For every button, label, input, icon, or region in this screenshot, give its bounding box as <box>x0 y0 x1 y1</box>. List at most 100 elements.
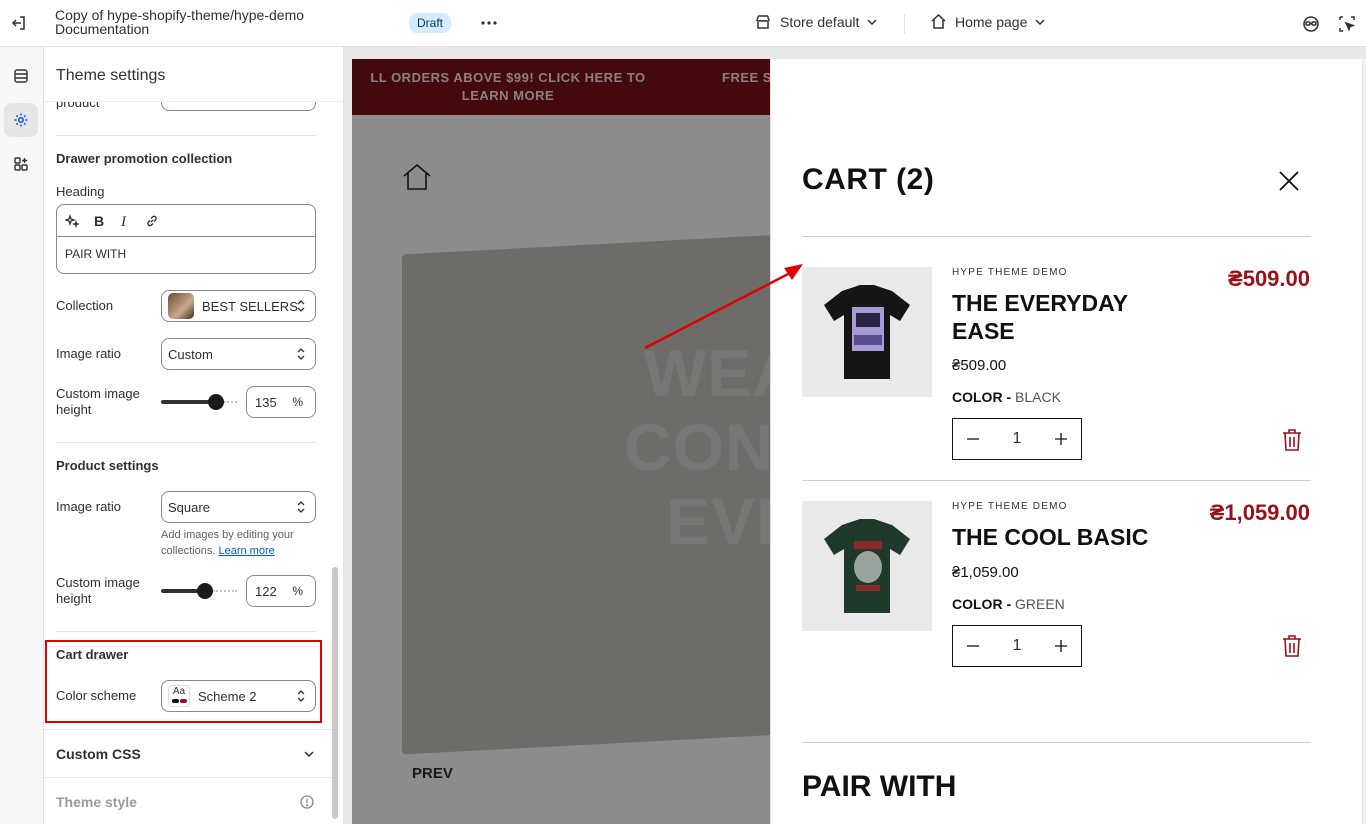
cart-divider <box>802 236 1311 237</box>
chevron-down-icon <box>1035 18 1045 25</box>
product-image[interactable] <box>802 267 932 397</box>
home-icon <box>931 13 946 29</box>
swatch-text: Aa <box>172 686 186 697</box>
product-name[interactable]: THE COOL BASIC <box>952 523 1172 551</box>
theme-style-label: Theme style <box>56 793 137 810</box>
custom-height-input[interactable]: 135 % <box>246 386 316 418</box>
store-selector[interactable]: Store default <box>754 13 877 31</box>
custom-height-label: Custom image height <box>56 386 140 417</box>
heading-label: Heading <box>56 184 105 199</box>
collection-picker[interactable]: BEST SELLERS <box>161 290 316 322</box>
theme-settings-button[interactable] <box>4 103 38 137</box>
top-bar: Copy of hype-shopify-theme/hype-demo Doc… <box>0 0 1366 47</box>
sections-button[interactable] <box>4 59 38 93</box>
color-scheme-select[interactable]: Aa Scheme 2 <box>161 680 316 712</box>
product-image-ratio-select[interactable]: Square <box>161 491 316 523</box>
line-price: ₴1,059.00 <box>1209 500 1310 525</box>
product-variant: COLOR - GREEN <box>952 596 1065 612</box>
minus-icon[interactable] <box>967 438 979 440</box>
image-ratio-value: Custom <box>168 346 213 362</box>
section-divider <box>56 631 316 632</box>
italic-icon[interactable]: I <box>119 214 131 228</box>
page-selector-label: Home page <box>955 13 1028 30</box>
plus-icon[interactable] <box>1055 433 1067 445</box>
product-name[interactable]: THE EVERYDAY EASE <box>952 289 1172 345</box>
slider-thumb[interactable] <box>197 583 213 599</box>
cart-drawer-title: Cart drawer <box>56 647 129 662</box>
heading-richtext-field[interactable]: B I PAIR WITH <box>56 204 316 274</box>
sections-icon <box>14 69 28 83</box>
cursor-select-icon <box>1339 16 1356 32</box>
product-image-ratio-label: Image ratio <box>56 499 122 514</box>
inspector-button[interactable] <box>1337 14 1357 34</box>
custom-css-row[interactable]: Custom CSS <box>44 729 332 777</box>
panel-scrollbar[interactable] <box>332 567 338 819</box>
select-arrows-icon <box>297 690 305 702</box>
scheme-swatch: Aa <box>168 685 190 707</box>
trash-icon[interactable] <box>1281 634 1303 658</box>
section-divider <box>56 135 316 136</box>
link-icon[interactable] <box>145 214 159 228</box>
collection-label: Collection <box>56 298 114 313</box>
preview-as-customer-button[interactable] <box>1301 14 1321 34</box>
theme-style-row[interactable]: Theme style <box>44 777 332 824</box>
tshirt-green-image <box>824 519 910 613</box>
exit-icon <box>11 16 25 30</box>
learn-more-link[interactable]: Learn more <box>218 545 274 557</box>
sparkle-icon[interactable] <box>65 213 79 228</box>
quantity-value[interactable]: 1 <box>1013 430 1022 448</box>
swatch-dark <box>172 699 179 703</box>
product-image[interactable] <box>802 501 932 631</box>
product-custom-height-value: 122 <box>255 583 277 599</box>
custom-css-label: Custom CSS <box>56 745 141 762</box>
custom-height-slider[interactable] <box>161 394 237 410</box>
slider-thumb[interactable] <box>208 394 224 410</box>
variant-value: GREEN <box>1015 596 1065 612</box>
bold-icon[interactable]: B <box>93 214 105 228</box>
image-ratio-select[interactable]: Custom <box>161 338 316 370</box>
product-variant: COLOR - BLACK <box>952 389 1061 405</box>
svg-text:I: I <box>120 214 127 228</box>
store-selector-label: Store default <box>780 14 860 30</box>
more-actions-button[interactable] <box>478 13 500 33</box>
drawer-promo-title: Drawer promotion collection <box>56 151 233 166</box>
heading-value: PAIR WITH <box>65 247 127 261</box>
product-vendor: HYPE THEME DEMO <box>952 501 1068 512</box>
product-vendor: HYPE THEME DEMO <box>952 267 1068 278</box>
gear-icon <box>14 113 28 127</box>
store-icon <box>756 15 770 29</box>
pair-with-heading: PAIR WITH <box>802 770 957 803</box>
plus-icon[interactable] <box>1055 640 1067 652</box>
quantity-value[interactable]: 1 <box>1013 637 1022 655</box>
svg-text:B: B <box>94 214 104 228</box>
trash-icon[interactable] <box>1281 428 1303 452</box>
variant-label: COLOR - <box>952 596 1012 612</box>
product-custom-height-label: Custom image height <box>56 575 140 606</box>
prev-button[interactable]: PREV <box>412 765 453 782</box>
close-icon[interactable] <box>1277 169 1301 193</box>
apps-button[interactable] <box>4 147 38 181</box>
cart-drawer: CART (2) HYPE THEME DEMO THE EVERYDAY EA… <box>770 59 1366 824</box>
tshirt-black-image <box>824 285 910 379</box>
variant-label: COLOR - <box>952 389 1012 405</box>
apps-icon <box>14 157 28 171</box>
panel-title: Theme settings <box>44 47 343 102</box>
product-ratio-hint: Add images by editing your collections. … <box>161 527 321 559</box>
line-price: ₴509.00 <box>1228 266 1310 291</box>
product-custom-height-slider[interactable] <box>161 583 237 599</box>
page-selector[interactable]: Home page <box>930 13 1045 30</box>
quantity-stepper: 1 <box>952 625 1082 667</box>
cart-divider <box>802 742 1311 743</box>
product-settings-title: Product settings <box>56 458 159 473</box>
product-custom-height-input[interactable]: 122 % <box>246 575 316 607</box>
custom-height-value: 135 <box>255 394 277 410</box>
drawer-scrollbar[interactable] <box>1362 59 1366 824</box>
select-arrows-icon <box>297 348 305 360</box>
exit-editor-button[interactable] <box>0 0 38 47</box>
theme-title-line2: Documentation <box>55 21 150 37</box>
percent-unit: % <box>292 395 303 409</box>
swatch-red <box>180 699 187 703</box>
image-ratio-label: Image ratio <box>56 346 122 361</box>
info-icon[interactable] <box>300 794 314 809</box>
minus-icon[interactable] <box>967 645 979 647</box>
